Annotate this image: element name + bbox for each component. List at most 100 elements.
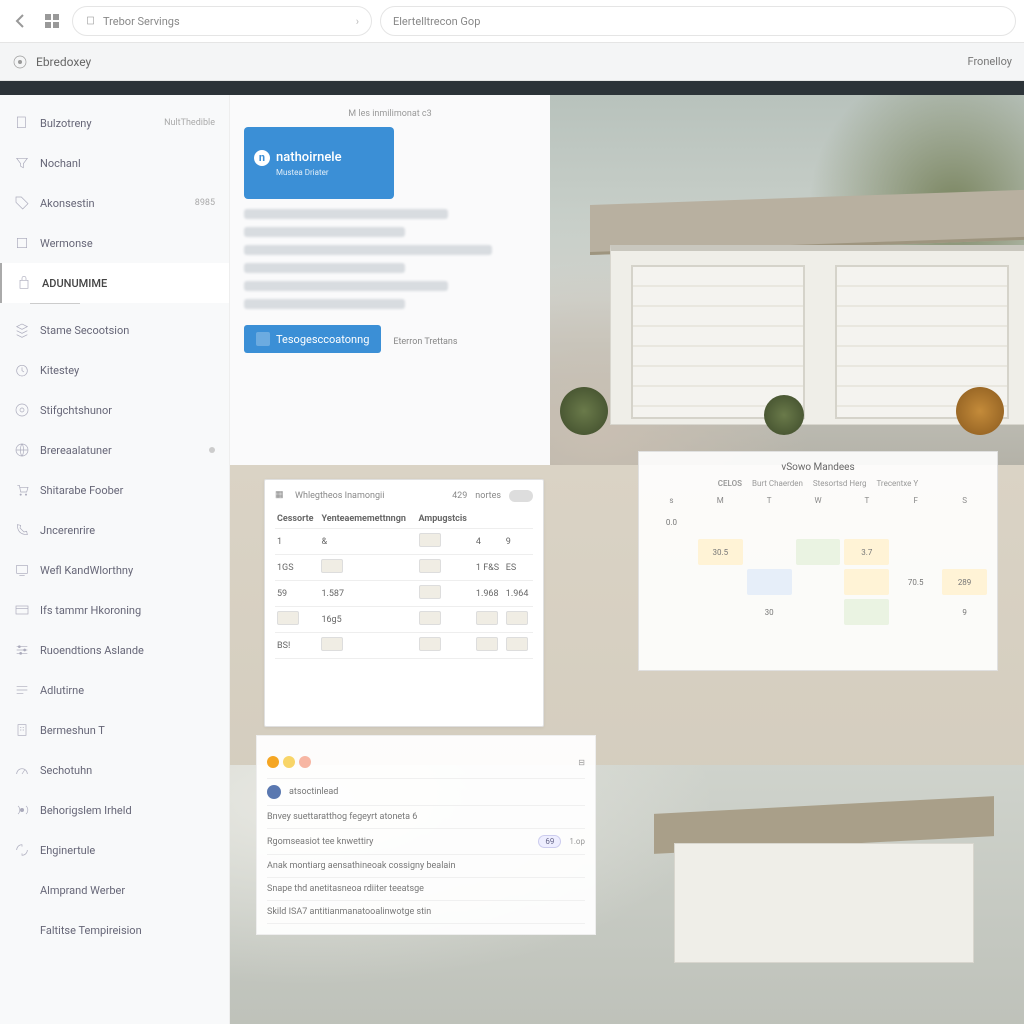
sidebar-item-14[interactable]: Adlutirne (0, 670, 229, 710)
back-button[interactable] (8, 9, 32, 33)
calendar-cell[interactable]: 289 (942, 569, 987, 595)
sidebar-item-label: Wermonse (40, 237, 215, 250)
secondary-search-box[interactable]: Elertelltrecon Gop (380, 6, 1016, 36)
sidebar-item-8[interactable]: Brereaalatuner (0, 430, 229, 470)
calendar-tab[interactable]: CELOS (718, 479, 742, 488)
calendar-cell[interactable] (942, 539, 987, 565)
calendar-cell[interactable] (893, 539, 938, 565)
calendar-cell[interactable]: 70.5 (893, 569, 938, 595)
calendar-cell[interactable] (796, 539, 841, 565)
table-row[interactable]: 1GS1 F&SES (275, 555, 533, 581)
sidebar-item-19[interactable]: Almprand Werber (0, 870, 229, 910)
sidebar-item-6[interactable]: Kitestey (0, 350, 229, 390)
sidebar-item-2[interactable]: Akonsestin8985 (0, 183, 229, 223)
calendar-cell[interactable] (649, 629, 694, 655)
calendar-cell[interactable] (844, 569, 889, 595)
calendar-cell[interactable] (747, 629, 792, 655)
blank-icon (14, 922, 30, 938)
schedule-icon: ▦ (275, 490, 287, 502)
calendar-cell[interactable] (649, 569, 694, 595)
calendar-cell[interactable] (942, 629, 987, 655)
calendar-cell[interactable]: 9 (942, 599, 987, 625)
form-collapse-icon[interactable]: ⊟ (578, 758, 585, 767)
table-row[interactable]: BS! (275, 633, 533, 659)
calendar-cell[interactable]: 0.0 (649, 509, 694, 535)
calendar-cell[interactable] (649, 599, 694, 625)
sidebar-item-3[interactable]: Wermonse (0, 223, 229, 263)
sidebar-item-11[interactable]: Wefl KandWlorthny (0, 550, 229, 590)
sidebar-item-label: Sechotuhn (40, 764, 215, 777)
sidebar-item-13[interactable]: Ruoendtions Aslande (0, 630, 229, 670)
sidebar-item-9[interactable]: Shitarabe Foober (0, 470, 229, 510)
calendar-cell[interactable] (698, 509, 743, 535)
calendar-cell[interactable] (844, 509, 889, 535)
calendar-cell[interactable] (796, 599, 841, 625)
sidebar-item-5[interactable]: Stame Secootsion (0, 310, 229, 350)
table-header: Yenteaememettnngn (319, 510, 416, 529)
overlay-panel: M les inmilimonat c3 n nathoirnele Muste… (230, 95, 550, 465)
calendar-cell[interactable] (747, 539, 792, 565)
calendar-day-label: T (747, 496, 792, 505)
menu-button[interactable] (40, 9, 64, 33)
calendar-tab[interactable]: Trecentxe Y (876, 479, 918, 488)
primary-action-button[interactable]: Tesogesccoatonng (244, 325, 381, 353)
search-box[interactable]: Trebor Servings › (72, 6, 372, 36)
calendar-cell[interactable] (747, 509, 792, 535)
sidebar-item-7[interactable]: Stifgchtshunor (0, 390, 229, 430)
form-row-pill: 69 (538, 835, 561, 848)
form-row-label: Skild ISA7 antitianmanatooalinwotge stin (267, 907, 585, 917)
calendar-cell[interactable]: 3.7 (844, 539, 889, 565)
calendar-cell[interactable] (844, 599, 889, 625)
calendar-cell[interactable] (796, 569, 841, 595)
brand-card[interactable]: n nathoirnele Mustea Driater (244, 127, 394, 199)
sidebar-item-18[interactable]: Ehginertule (0, 830, 229, 870)
table-row[interactable]: 16g5 (275, 607, 533, 633)
sidebar-item-17[interactable]: Behorigslem Irheld (0, 790, 229, 830)
sidebar-item-20[interactable]: Faltitse Tempireision (0, 910, 229, 950)
form-row-label: Bnvey suettaratthog fegeyrt atoneta 6 (267, 812, 585, 822)
calendar-cell[interactable] (649, 539, 694, 565)
calendar-cell[interactable]: 30.5 (698, 539, 743, 565)
sidebar-item-10[interactable]: Jncerenrire (0, 510, 229, 550)
calendar-cell[interactable] (698, 569, 743, 595)
placeholder-line (244, 245, 492, 255)
button-aside-text: Eterron Trettans (393, 337, 457, 347)
table-row[interactable]: 591.5871.9681.964 (275, 581, 533, 607)
calendar-cell[interactable] (942, 509, 987, 535)
calendar-cell[interactable] (844, 629, 889, 655)
calendar-cell[interactable] (747, 569, 792, 595)
calendar-cell[interactable]: 30 (747, 599, 792, 625)
table-cell (417, 529, 474, 555)
calendar-cell[interactable] (893, 629, 938, 655)
sidebar-item-label: Jncerenrire (40, 524, 215, 537)
calendar-cell[interactable] (698, 599, 743, 625)
lower-region: ▦ Whlegtheos Inamongii 429 nortes Cessor… (230, 465, 1024, 1024)
form-row: Skild ISA7 antitianmanatooalinwotge stin (267, 901, 585, 924)
chip-icon (476, 637, 498, 651)
calendar-cell[interactable] (796, 509, 841, 535)
sidebar-item-0[interactable]: BulzotrenyNultThedible (0, 103, 229, 143)
schedule-toggle-label: nortes (475, 491, 501, 501)
building-icon (14, 722, 30, 738)
sidebar-item-12[interactable]: Ifs tammr Hkoroning (0, 590, 229, 630)
chip-icon (321, 559, 343, 573)
sidebar-item-16[interactable]: Sechotuhn (0, 750, 229, 790)
blank-icon (14, 882, 30, 898)
calendar-tab[interactable]: Burt Chaerden (752, 479, 803, 488)
table-cell: BS! (275, 633, 319, 659)
form-row-label: Anak montiarg aensathineoak cossigny bea… (267, 861, 585, 871)
calendar-cell[interactable] (893, 599, 938, 625)
calendar-cell[interactable] (796, 629, 841, 655)
sidebar-item-label: Wefl KandWlorthny (40, 564, 215, 577)
schedule-toggle[interactable] (509, 490, 533, 502)
calendar-cell[interactable] (698, 629, 743, 655)
table-cell: 1.587 (319, 581, 416, 607)
sidebar-item-15[interactable]: Bermeshun T (0, 710, 229, 750)
calendar-cell[interactable] (893, 509, 938, 535)
sidebar-item-4[interactable]: ADUNUMIME (0, 263, 229, 303)
calendar-tab[interactable]: Stesortsd Herg (813, 479, 867, 488)
phone-icon (14, 522, 30, 538)
notification-dot-icon (209, 447, 215, 453)
table-row[interactable]: 1&49 (275, 529, 533, 555)
sidebar-item-1[interactable]: Nochanl (0, 143, 229, 183)
